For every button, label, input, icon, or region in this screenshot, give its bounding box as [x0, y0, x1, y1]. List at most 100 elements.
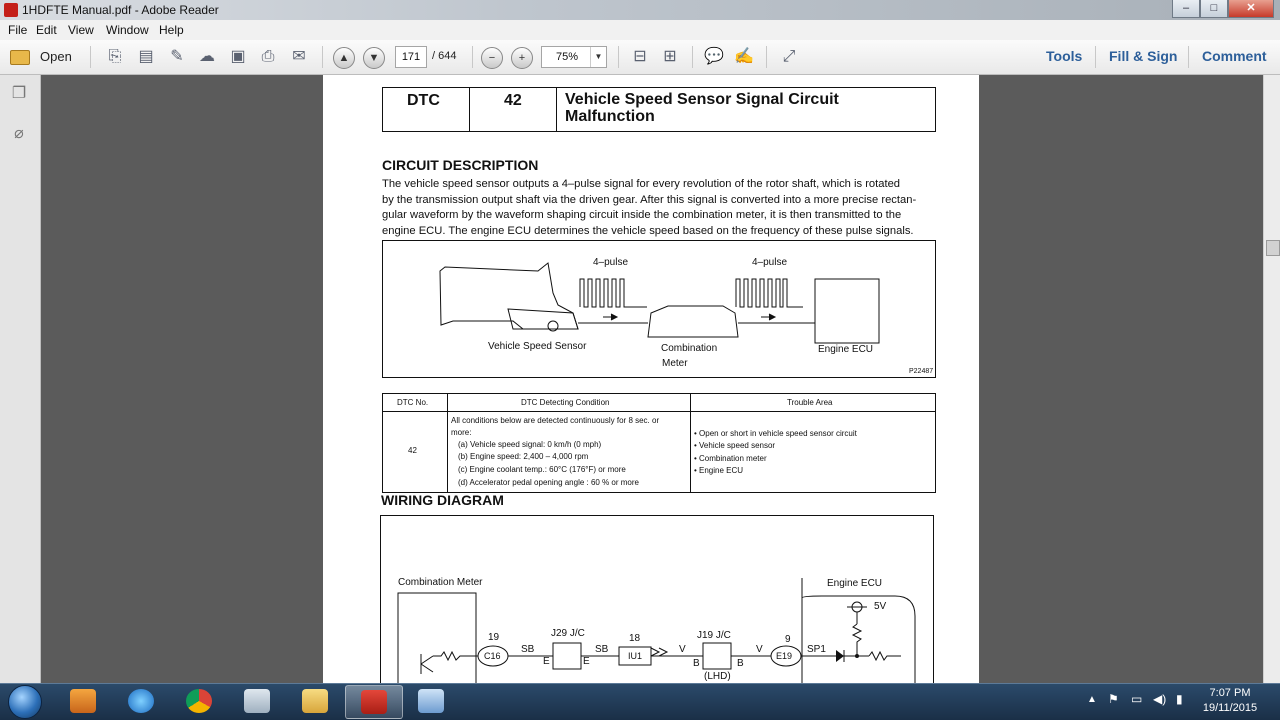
volume-icon[interactable]: ◀) — [1153, 692, 1166, 706]
junction-label: J29 J/C — [551, 628, 585, 639]
open-button[interactable]: Open — [6, 45, 76, 69]
condition-line: more: — [451, 428, 472, 437]
separator — [692, 46, 693, 68]
taskbar-file-explorer[interactable] — [287, 685, 343, 717]
taskbar-calculator[interactable] — [229, 685, 285, 717]
meter-label-1: Combination — [661, 343, 718, 354]
separator — [1095, 46, 1096, 68]
separator — [1188, 46, 1189, 68]
fit-page-icon[interactable]: ⊟ — [630, 47, 650, 67]
menu-help[interactable]: Help — [159, 23, 184, 37]
action-center-icon[interactable]: ⚑ — [1108, 692, 1119, 706]
wire-color-label: SB — [521, 644, 535, 655]
sign-document-icon[interactable]: ✎ — [167, 47, 187, 67]
show-hidden-icons-icon[interactable]: ▲ — [1087, 694, 1097, 705]
network-icon[interactable]: ▭ — [1131, 692, 1142, 706]
pin-label: 9 — [785, 634, 791, 645]
menu-window[interactable]: Window — [106, 23, 149, 37]
terminal-label: SP1 — [807, 644, 826, 655]
condition-line: (d) Accelerator pedal opening angle : 60… — [458, 478, 639, 487]
wire-color-label: V — [756, 644, 763, 655]
clock-time: 7:07 PM — [1209, 687, 1251, 699]
taskbar-media-player[interactable] — [55, 685, 111, 717]
taskbar-chrome[interactable] — [171, 685, 227, 717]
connector-label: IU1 — [628, 651, 643, 661]
close-button[interactable]: ✕ — [1228, 0, 1274, 18]
junction-label: J19 J/C — [697, 630, 731, 641]
window-title: 1HDFTE Manual.pdf - Adobe Reader — [22, 3, 219, 17]
variant-label: (LHD) — [704, 671, 731, 682]
figure-id: P22487 — [909, 368, 934, 375]
header-condition: DTC Detecting Condition — [521, 398, 610, 407]
trouble-line: • Open or short in vehicle speed sensor … — [694, 429, 857, 438]
maximize-button[interactable]: □ — [1200, 0, 1228, 18]
create-pdf-icon[interactable]: ⎘ — [105, 47, 125, 67]
page-number-input[interactable]: 171 — [395, 46, 427, 68]
power-icon[interactable]: ▮ — [1176, 692, 1183, 706]
separator — [618, 46, 619, 68]
comment-link[interactable]: Comment — [1202, 48, 1267, 64]
combination-meter-label: Combination Meter — [398, 577, 483, 588]
print-icon[interactable]: ⎙ — [258, 47, 278, 67]
full-screen-icon[interactable]: ⤢ — [779, 47, 799, 67]
menu-bar: File Edit View Window Help — [0, 20, 1280, 41]
email-icon[interactable]: ✉ — [289, 47, 309, 67]
title-bar: 1HDFTE Manual.pdf - Adobe Reader – □ ✕ — [0, 0, 1280, 20]
circuit-diagram-drawing — [439, 262, 880, 344]
toolbar: Open ⎘ ▤ ✎ ☁ ▣ ⎙ ✉ ▲ ▼ 171 / 644 − + 75%… — [0, 40, 1280, 75]
taskbar-paint[interactable] — [403, 685, 459, 717]
pin-label: 19 — [488, 632, 500, 643]
pin-label: 18 — [629, 633, 641, 644]
dtc-condition-table: DTC No. DTC Detecting Condition Trouble … — [382, 393, 936, 493]
folder-icon — [10, 50, 30, 65]
wire-color-label: E — [543, 656, 550, 667]
engine-ecu-label: Engine ECU — [827, 578, 883, 589]
wire-color-label: B — [693, 658, 700, 669]
page-thumbnails-icon[interactable]: ❐ — [10, 83, 28, 103]
navigation-pane: ❐ ⌀ — [0, 75, 41, 683]
zoom-select[interactable]: 75% ▼ — [541, 46, 607, 68]
edit-pdf-icon[interactable]: ▤ — [136, 47, 156, 67]
tools-link[interactable]: Tools — [1046, 48, 1082, 64]
minimize-button[interactable]: – — [1172, 0, 1200, 18]
fit-width-icon[interactable]: ⊞ — [660, 47, 680, 67]
wiring-diagram-drawing — [397, 577, 916, 694]
connector-label: E19 — [776, 651, 793, 661]
zoom-in-button[interactable]: + — [511, 47, 533, 69]
header-trouble-area: Trouble Area — [787, 398, 833, 407]
dtc-no-value: 42 — [408, 446, 417, 455]
menu-view[interactable]: View — [68, 23, 94, 37]
chevron-down-icon[interactable]: ▼ — [590, 47, 606, 67]
menu-file[interactable]: File — [8, 23, 27, 37]
condition-line: (b) Engine speed: 2,400 – 4,000 rpm — [458, 452, 589, 461]
separator — [90, 46, 91, 68]
dtc-header-table: DTC 42 Vehicle Speed Sensor Signal Circu… — [382, 87, 936, 132]
highlight-icon[interactable]: ✍ — [734, 47, 754, 67]
taskbar-clock[interactable]: 7:07 PM 19/11/2015 — [1196, 686, 1264, 716]
fill-sign-link[interactable]: Fill & Sign — [1109, 48, 1177, 64]
header-dtc-no: DTC No. — [397, 398, 429, 407]
menu-edit[interactable]: Edit — [36, 23, 57, 37]
comment-icon[interactable]: 💬 — [704, 47, 724, 67]
save-icon[interactable]: ▣ — [228, 47, 248, 67]
calculator-icon — [244, 689, 270, 713]
scrollbar-thumb[interactable] — [1266, 240, 1280, 256]
zoom-out-button[interactable]: − — [481, 47, 503, 69]
table-header — [383, 394, 935, 412]
cloud-upload-icon[interactable]: ☁ — [197, 47, 217, 67]
taskbar-internet-explorer[interactable] — [113, 685, 169, 717]
ecu-label: Engine ECU — [818, 344, 874, 355]
trouble-line: • Vehicle speed sensor — [694, 441, 776, 450]
taskbar-adobe-reader[interactable] — [345, 685, 403, 719]
media-player-icon — [70, 689, 96, 713]
attachments-icon[interactable]: ⌀ — [10, 123, 28, 143]
vertical-scrollbar[interactable] — [1263, 75, 1280, 683]
previous-page-button[interactable]: ▲ — [333, 47, 355, 69]
separator — [472, 46, 473, 68]
trouble-line: • Engine ECU — [694, 466, 744, 475]
wire-color-label: V — [679, 644, 686, 655]
start-button[interactable] — [2, 684, 46, 719]
next-page-button[interactable]: ▼ — [363, 47, 385, 69]
pulse-label: 4–pulse — [593, 257, 629, 268]
windows-logo-icon — [8, 685, 42, 719]
